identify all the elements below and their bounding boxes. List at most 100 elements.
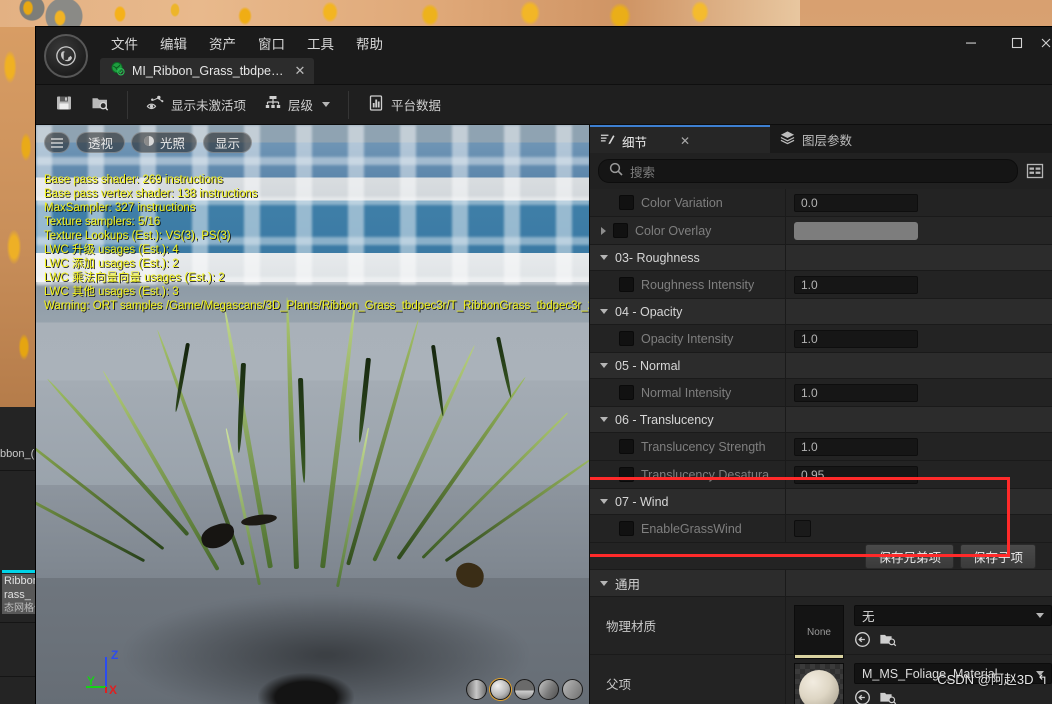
menu-item-window[interactable]: 窗口 [247,29,296,57]
property-row-color-variation[interactable]: Color Variation 0.0 [590,189,1052,217]
details-panel-tabs: 细节 ✕ 图层参数 [590,125,1052,155]
property-row-normal-intensity[interactable]: Normal Intensity 1.0 [590,379,1052,407]
content-browser-sliver[interactable]: bbon_( Ribbon rass_ 态网格体 [0,407,37,704]
category-label: 通用 [615,577,641,592]
show-inactive-button[interactable]: 显示未激活项 [137,89,255,120]
override-checkbox[interactable] [619,331,634,346]
chevron-down-icon[interactable] [322,102,331,107]
override-checkbox[interactable] [619,521,634,536]
viewport-lighting-button[interactable]: 光照 [131,132,198,153]
search-input[interactable]: 搜索 [598,159,1018,183]
browse-asset-icon[interactable] [879,631,897,653]
override-checkbox[interactable] [619,467,634,482]
collapse-arrow-icon[interactable] [600,417,608,422]
platform-stats-button[interactable]: 平台数据 [358,89,450,120]
category-name-cell: 04 - Opacity [590,299,786,324]
hierarchy-button[interactable]: 层级 [255,89,339,120]
value-input[interactable]: 1.0 [794,437,918,456]
chevron-down-icon[interactable] [1036,613,1044,618]
collapse-arrow-icon[interactable] [600,499,608,504]
collapse-arrow-icon[interactable] [600,363,608,368]
close-button[interactable] [1040,27,1052,58]
tab-details-close-icon[interactable]: ✕ [680,134,690,148]
physical-material-thumbnail[interactable]: None [794,605,844,659]
value-input[interactable]: 1.0 [794,383,918,402]
save-siblings-button[interactable]: 保存兄弟项 [865,543,954,569]
viewport-menu-button[interactable] [44,132,70,153]
property-value-cell: 1.0 [786,329,1052,348]
menu-item-file[interactable]: 文件 [100,29,149,57]
tab-details[interactable]: 细节 ✕ [590,125,770,155]
enable-grass-wind-checkbox[interactable] [794,520,811,537]
browse-to-asset-button[interactable] [82,89,118,120]
general-row-value: None 无 [786,597,1052,659]
category-row-general[interactable]: 通用 [590,570,1052,597]
browse-back-icon[interactable] [854,689,871,704]
general-row-physical-material[interactable]: 物理材质 None 无 [590,597,1052,659]
collapse-arrow-icon[interactable] [600,255,608,260]
viewport-perspective-button[interactable]: 透视 [76,132,126,153]
collapse-arrow-icon[interactable] [600,309,608,314]
plane-preview-button[interactable] [514,679,535,700]
override-checkbox[interactable] [619,385,634,400]
value-input[interactable]: 0.95 [794,465,918,484]
material-viewport[interactable]: 透视 光照 显示 Base pass shader: 269 instructi… [36,125,589,704]
parent-material-thumbnail[interactable] [794,663,844,704]
title-bar: 文件 编辑 资产 窗口 工具 帮助 [36,27,1052,78]
custom-mesh-preview-button[interactable] [562,679,583,700]
menu-item-tools[interactable]: 工具 [296,29,345,57]
minimize-button[interactable] [948,27,994,58]
stat-line: LWC 乘法向量向量 usages (Est.): 2 [44,272,225,284]
category-row-roughness[interactable]: 03- Roughness [590,245,1052,271]
properties-list[interactable]: Color Variation 0.0 Color Overlay 03- Ro… [590,189,1052,704]
property-row-roughness-intensity[interactable]: Roughness Intensity 1.0 [590,271,1052,299]
stat-line: Base pass vertex shader: 138 instruction… [44,188,258,200]
property-row-translucency-strength[interactable]: Translucency Strength 1.0 [590,433,1052,461]
browse-back-icon[interactable] [854,631,871,653]
save-button[interactable] [46,89,82,120]
collapse-arrow-icon[interactable] [600,580,608,586]
property-row-color-overlay[interactable]: Color Overlay [590,217,1052,245]
unreal-logo-icon[interactable] [44,34,88,78]
cylinder-preview-button[interactable] [466,679,487,700]
value-input[interactable]: 0.0 [794,193,918,212]
property-label: Translucency Strength [641,439,766,454]
category-row-translucency[interactable]: 06 - Translucency [590,407,1052,433]
property-name-cell: Roughness Intensity [590,271,786,298]
property-row-translucency-desaturation[interactable]: Translucency Desatura… 0.95 [590,461,1052,489]
override-checkbox[interactable] [619,195,634,210]
asset-type-accent-bar [2,570,36,573]
asset-tab-close-icon[interactable]: ✕ [294,63,305,79]
value-input[interactable]: 1.0 [794,329,918,348]
category-row-opacity[interactable]: 04 - Opacity [590,299,1052,325]
tab-layer-parameters[interactable]: 图层参数 [770,125,863,153]
viewport-axis-gizmo: Z Y X [82,647,134,700]
override-checkbox[interactable] [613,223,628,238]
maximize-button[interactable] [994,27,1040,58]
viewport-show-button[interactable]: 显示 [203,132,253,153]
property-row-enable-grass-wind[interactable]: EnableGrassWind [590,515,1052,543]
category-row-normal[interactable]: 05 - Normal [590,353,1052,379]
override-checkbox[interactable] [619,277,634,292]
property-row-opacity-intensity[interactable]: Opacity Intensity 1.0 [590,325,1052,353]
menu-item-asset[interactable]: 资产 [198,29,247,57]
value-input[interactable]: 1.0 [794,275,918,294]
menu-item-help[interactable]: 帮助 [345,29,394,57]
show-inactive-label: 显示未激活项 [171,99,247,113]
expand-arrow-icon[interactable] [601,226,606,235]
override-checkbox[interactable] [619,439,634,454]
asset-tab-material-instance[interactable]: MI_Ribbon_Grass_tbdpe… ✕ [100,58,315,84]
dry-leaf-fragment [453,560,487,590]
stat-line: Texture samplers: 5/16 [44,216,161,228]
category-row-wind[interactable]: 07 - Wind [590,489,1052,515]
grid-view-icon[interactable] [1026,162,1044,180]
save-children-button[interactable]: 保存子项 [959,543,1036,569]
menu-item-edit[interactable]: 编辑 [149,29,198,57]
sphere-preview-button[interactable] [490,679,511,700]
details-pencil-icon [600,132,615,150]
category-name-cell: 03- Roughness [590,245,786,270]
browse-asset-icon[interactable] [879,689,897,704]
cube-preview-button[interactable] [538,679,559,700]
physical-material-combo[interactable]: 无 [854,605,1052,626]
color-swatch[interactable] [794,221,918,240]
